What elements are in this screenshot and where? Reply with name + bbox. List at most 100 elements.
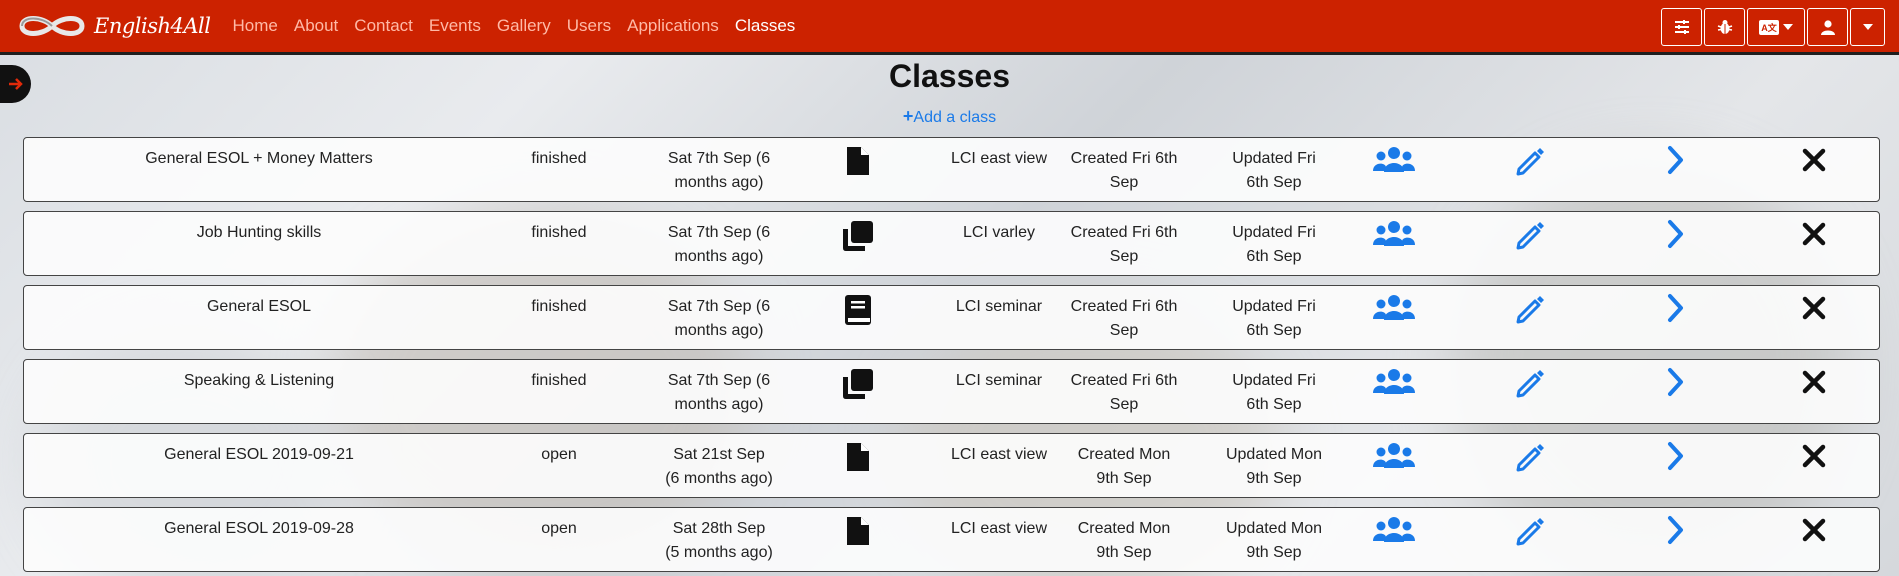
class-row[interactable]: General ESOL finished Sat 7th Sep (6 mont… [23,285,1880,350]
class-venue: LCI east view [950,446,1048,463]
class-updated-line1: Updated Mon [1225,446,1323,463]
class-users-button[interactable] [1369,293,1419,331]
class-name: General ESOL [206,298,312,315]
class-row[interactable]: Job Hunting skills finished Sat 7th Sep … [23,211,1880,276]
class-updated-line1: Updated Fri [1232,372,1316,389]
nav-link-applications[interactable]: Applications [627,16,719,36]
class-date-line2: months ago) [674,248,764,265]
delete-class-button[interactable] [1794,145,1834,183]
copy-icon [843,369,873,399]
delete-class-button[interactable] [1794,293,1834,331]
pencil-icon [1516,370,1544,398]
class-type [834,219,882,261]
class-updated: Updated Fri 6th Sep [1184,295,1364,343]
class-status: open [541,446,577,463]
edit-class-button[interactable] [1511,515,1551,555]
class-users-button[interactable] [1369,219,1419,257]
add-class-link[interactable]: +Add a class [0,106,1899,127]
language-button[interactable]: A文 [1747,8,1805,46]
users-icon [1373,147,1415,172]
class-date-line1: Sat 7th Sep (6 [667,224,771,241]
close-icon [1802,518,1826,542]
class-updated-line1: Updated Fri [1232,224,1316,241]
class-status: open [504,517,614,541]
open-class-button[interactable] [1656,367,1696,405]
navbar: English4All Home About Contact Events Ga… [0,0,1899,55]
class-updated-line2: 6th Sep [1246,396,1302,413]
class-updated-line2: 6th Sep [1246,322,1302,339]
user-menu-button[interactable] [1807,8,1848,46]
open-class-button[interactable] [1656,441,1696,479]
class-date-line1: Sat 7th Sep (6 [667,372,771,389]
class-users-button[interactable] [1369,441,1419,479]
open-class-button[interactable] [1656,515,1696,553]
edit-class-button[interactable] [1511,145,1551,185]
class-list: General ESOL + Money Matters finished Sa… [23,137,1880,576]
nav-link-gallery[interactable]: Gallery [497,16,551,36]
class-row[interactable]: General ESOL 2019-09-21 open Sat 21st Se… [23,433,1880,498]
class-updated-line1: Updated Mon [1225,520,1323,537]
class-date-line2: (5 months ago) [665,544,773,561]
edit-class-button[interactable] [1511,293,1551,333]
nav-link-classes[interactable]: Classes [735,16,795,36]
class-row[interactable]: General ESOL 2019-09-28 open Sat 28th Se… [23,507,1880,572]
class-date-line2: (6 months ago) [665,470,773,487]
class-users-button[interactable] [1369,145,1419,183]
chevron-right-icon [1668,442,1683,470]
edit-class-button[interactable] [1511,219,1551,259]
class-venue: LCI varley [962,224,1036,241]
user-dropdown-toggle[interactable] [1850,8,1885,46]
pencil-icon [1516,148,1544,176]
class-row[interactable]: Speaking & Listening finished Sat 7th Se… [23,359,1880,424]
users-icon [1373,443,1415,468]
class-venue: LCI east view [950,520,1048,537]
chevron-right-icon [1668,146,1683,174]
class-type [834,145,882,185]
nav-link-events[interactable]: Events [429,16,481,36]
open-class-button[interactable] [1656,145,1696,183]
class-date: Sat 28th Sep (5 months ago) [624,517,814,565]
open-class-button[interactable] [1656,293,1696,331]
bug-report-button[interactable] [1704,8,1745,46]
nav-right-tools: A文 [1659,8,1885,46]
settings-button[interactable] [1661,8,1702,46]
class-date: Sat 7th Sep (6 months ago) [624,147,814,195]
class-updated: Updated Mon 9th Sep [1184,517,1364,565]
class-date-line1: Sat 28th Sep [672,520,766,537]
class-row[interactable]: General ESOL + Money Matters finished Sa… [23,137,1880,202]
user-icon [1820,19,1835,35]
class-venue: LCI east view [950,150,1048,167]
class-name: General ESOL + Money Matters [145,150,373,167]
class-name: General ESOL 2019-09-21 [164,446,354,463]
pencil-icon [1516,518,1544,546]
users-icon [1373,517,1415,542]
open-class-button[interactable] [1656,219,1696,257]
brand[interactable]: English4All [16,11,211,41]
delete-class-button[interactable] [1794,515,1834,553]
class-status: finished [504,295,614,319]
class-status: finished [531,298,587,315]
class-users-button[interactable] [1369,367,1419,405]
edit-class-button[interactable] [1511,367,1551,407]
delete-class-button[interactable] [1794,367,1834,405]
close-icon [1802,296,1826,320]
nav-link-contact[interactable]: Contact [354,16,413,36]
edit-class-button[interactable] [1511,441,1551,481]
class-status: finished [531,372,587,389]
class-type [834,515,882,555]
class-name: General ESOL 2019-09-28 [164,520,354,537]
class-status: finished [504,369,614,393]
nav-link-about[interactable]: About [294,16,338,36]
class-name: General ESOL 2019-09-21 [24,443,494,467]
nav-link-home[interactable]: Home [233,16,278,36]
bug-icon [1717,20,1732,34]
class-users-button[interactable] [1369,515,1419,553]
delete-class-button[interactable] [1794,219,1834,257]
class-type [834,293,882,335]
class-date-line1: Sat 21st Sep [673,446,765,463]
nav-link-users[interactable]: Users [567,16,611,36]
class-status: finished [504,221,614,245]
delete-class-button[interactable] [1794,441,1834,479]
pencil-icon [1516,296,1544,324]
class-name: Speaking & Listening [183,372,335,389]
